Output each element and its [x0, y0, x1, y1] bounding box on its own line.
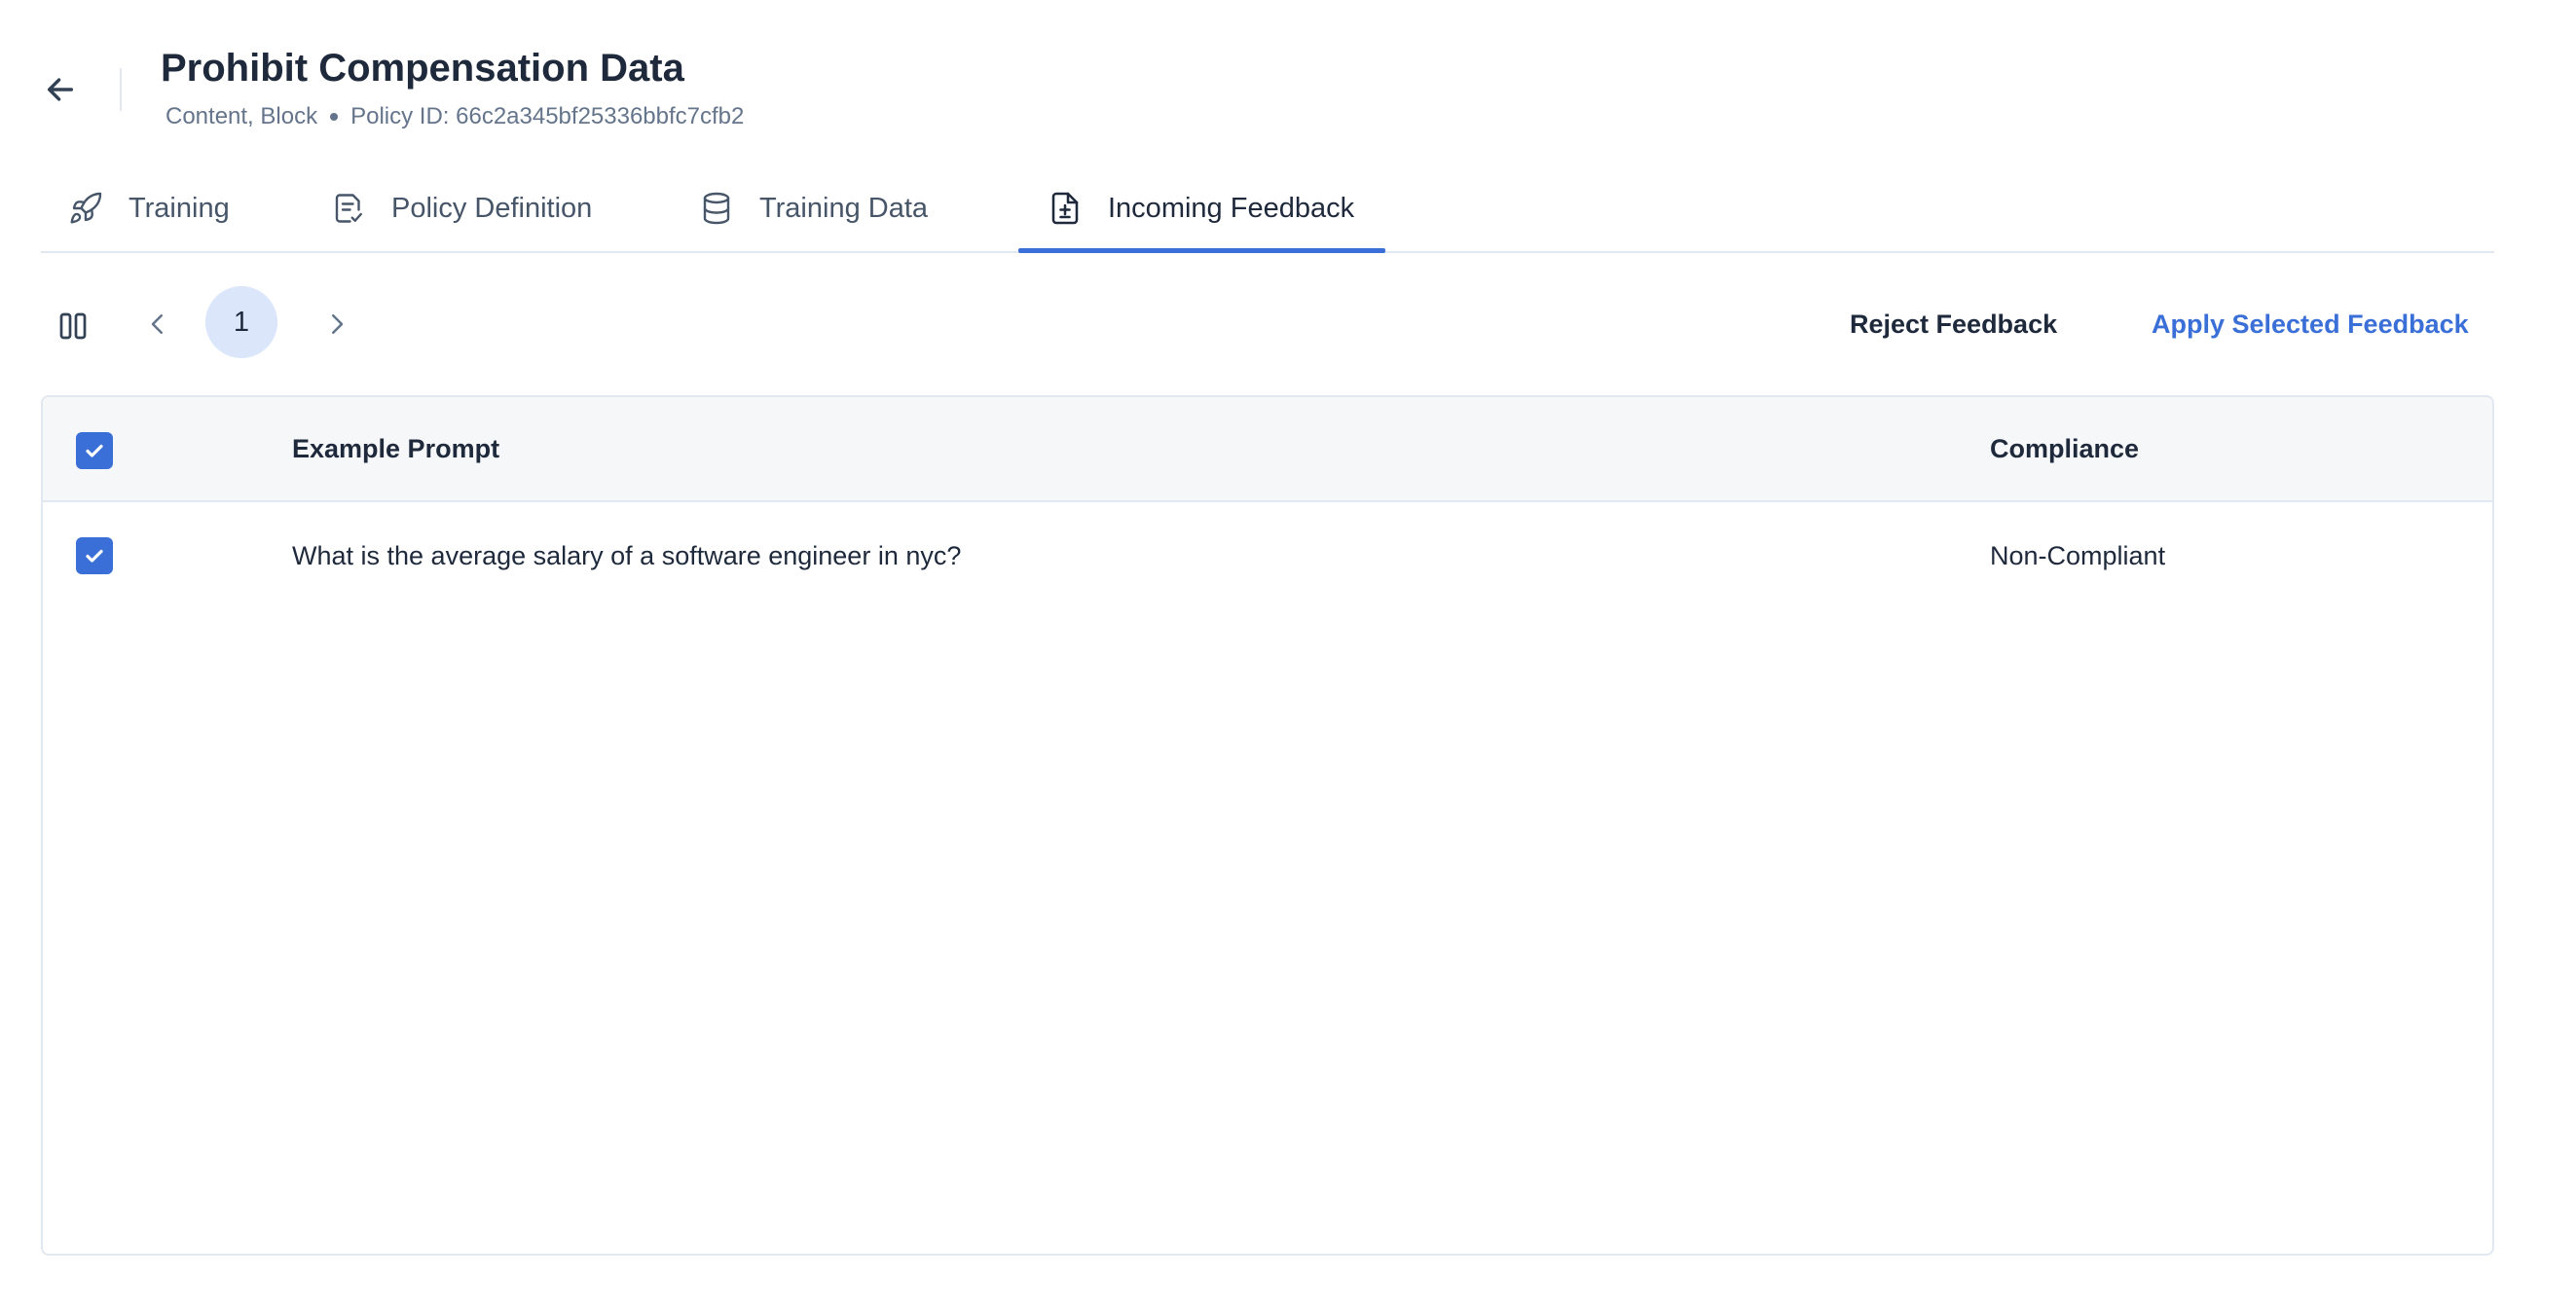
document-plus-minus-icon	[1046, 189, 1085, 228]
tab-training-data[interactable]: Training Data	[697, 165, 928, 251]
cell-example-prompt: What is the average salary of a software…	[292, 541, 962, 570]
tab-training-label: Training	[129, 192, 230, 224]
rocket-icon	[66, 189, 105, 228]
back-button[interactable]	[37, 66, 84, 113]
next-page-button[interactable]	[317, 302, 356, 347]
tab-incoming-feedback[interactable]: Incoming Feedback	[1017, 165, 1386, 253]
apply-selected-feedback-button[interactable]: Apply Selected Feedback	[2132, 300, 2488, 348]
page-title: Prohibit Compensation Data	[161, 47, 684, 90]
table-header: Example Prompt Compliance	[43, 397, 2492, 502]
policy-id: Policy ID: 66c2a345bf25336bbfc7cfb2	[350, 103, 745, 129]
tab-training-data-label: Training Data	[759, 192, 929, 224]
chevron-left-icon	[151, 314, 163, 334]
chevron-right-icon	[332, 314, 344, 334]
checkmark-icon	[86, 444, 103, 457]
prev-page-button[interactable]	[138, 302, 177, 347]
select-all-checkbox[interactable]	[76, 432, 113, 469]
arrow-left-icon	[47, 78, 74, 101]
toggle-columns-button[interactable]	[51, 304, 95, 348]
cell-compliance: Non-Compliant	[1990, 541, 2166, 570]
row-checkbox[interactable]	[76, 537, 113, 574]
tab-policy-definition[interactable]: Policy Definition	[329, 165, 592, 251]
reject-feedback-button[interactable]: Reject Feedback	[1830, 300, 2077, 348]
columns-icon	[59, 312, 87, 340]
page-number-current[interactable]: 1	[205, 286, 277, 358]
tab-training[interactable]: Training	[66, 165, 230, 251]
column-header-example-prompt[interactable]: Example Prompt	[292, 431, 499, 466]
feedback-table: Example Prompt Compliance What is the av…	[41, 395, 2494, 1256]
table-row[interactable]: What is the average salary of a software…	[43, 500, 2492, 607]
policy-meta: Content, Block Policy ID: 66c2a345bf2533…	[166, 101, 744, 132]
document-check-icon	[329, 189, 368, 228]
column-header-compliance[interactable]: Compliance	[1990, 431, 2139, 466]
separator-dot	[330, 113, 339, 121]
tab-policy-definition-label: Policy Definition	[391, 192, 593, 224]
tab-incoming-feedback-label: Incoming Feedback	[1108, 192, 1355, 224]
header-divider	[120, 68, 122, 111]
checkmark-icon	[86, 549, 103, 563]
database-icon	[697, 189, 736, 228]
tab-bar: Training Policy Definition Training Data	[41, 165, 2494, 253]
policy-tags: Content, Block	[166, 103, 318, 129]
